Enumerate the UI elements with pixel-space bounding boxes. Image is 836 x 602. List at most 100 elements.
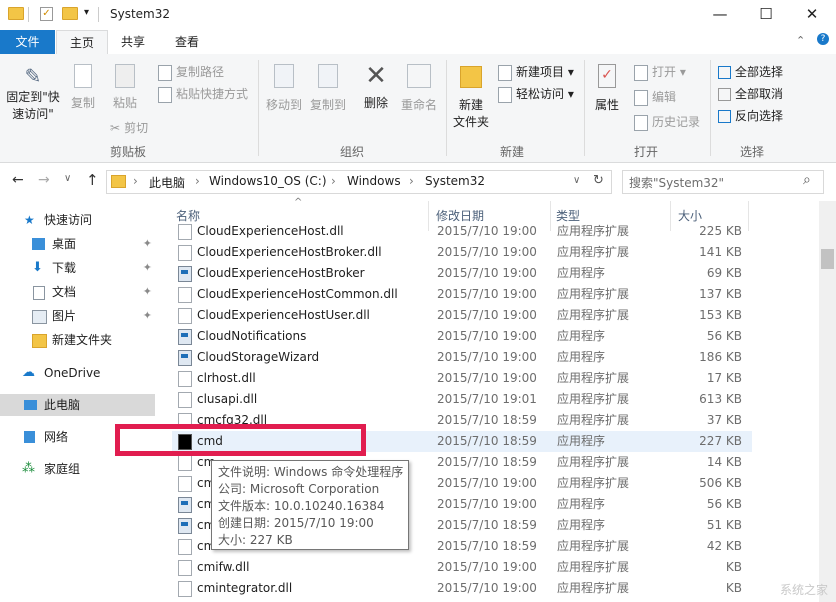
nav-documents[interactable]: 文档 ✦ (0, 281, 160, 303)
table-row[interactable]: cmifw.dll 2015/7/10 19:00 应用程序扩展 KB (172, 557, 752, 578)
scrollbar-thumb[interactable] (821, 249, 834, 269)
nav-homegroup-label: 家庭组 (44, 462, 81, 476)
tooltip-company: 公司: Microsoft Corporation (218, 482, 380, 496)
file-size: KB (725, 581, 742, 595)
file-type: 应用程序 (557, 518, 606, 532)
nav-desktop[interactable]: 桌面 ✦ (0, 233, 160, 255)
nav-onedrive[interactable]: ☁ OneDrive (0, 362, 160, 384)
tab-share[interactable]: 共享 (110, 30, 156, 54)
tab-file[interactable]: 文件 (0, 30, 55, 54)
recent-locations-button[interactable]: ∨ (64, 173, 71, 184)
search-input[interactable]: 搜索"System32" ⌕ (622, 170, 824, 194)
file-type: 应用程序 (557, 266, 606, 280)
nav-pictures[interactable]: 图片 ✦ (0, 305, 160, 327)
file-date: 2015/7/10 18:59 (437, 518, 537, 532)
file-date: 2015/7/10 19:00 (437, 266, 537, 280)
table-row[interactable]: CloudStorageWizard 2015/7/10 19:00 应用程序 186… (172, 347, 752, 368)
table-row[interactable]: clrhost.dll 2015/7/10 19:00 应用程序扩展 17 KB (172, 368, 752, 389)
tab-view[interactable]: 查看 (162, 30, 212, 54)
nav-this-pc-label: 此电脑 (44, 398, 81, 412)
file-date: 2015/7/10 19:00 (437, 308, 537, 322)
invert-selection-button[interactable]: 反向选择 (718, 107, 783, 124)
copy-to-button[interactable]: 复制到 (306, 60, 350, 113)
navigation-pane: ★ 快速访问 桌面 ✦ ⬇ 下载 ✦ 文档 ✦ 图片 ✦ 新建文件夹 ☁ One… (0, 201, 162, 602)
new-folder-quick-icon[interactable] (62, 7, 78, 22)
tab-home[interactable]: 主页 (56, 30, 108, 55)
refresh-button[interactable]: ↻ (593, 173, 604, 188)
file-date: 2015/7/10 19:00 (437, 581, 537, 595)
history-label: 历史记录 (652, 115, 701, 129)
file-size: 153 KB (699, 308, 742, 322)
minimize-button[interactable]: — (697, 0, 743, 28)
address-box[interactable]: › 此电脑 › Windows10_OS (C:) › Windows › Sy… (106, 170, 612, 194)
new-folder-button[interactable]: 新建 文件夹 (450, 60, 492, 130)
nav-downloads[interactable]: ⬇ 下载 ✦ (0, 257, 160, 279)
watermark: 系统之家 (779, 583, 828, 597)
new-folder-label-line1: 新建 (458, 98, 483, 112)
address-dropdown-button[interactable]: ∨ (573, 175, 580, 186)
table-row[interactable]: CloudExperienceHostBroker 2015/7/10 19:00… (172, 263, 752, 284)
dll-file-icon (178, 455, 192, 471)
nav-new-folder[interactable]: 新建文件夹 (0, 329, 160, 351)
paste-button[interactable]: 粘贴 (106, 60, 144, 111)
pin-label-line1: 固定到"快 (6, 90, 60, 104)
nav-homegroup[interactable]: ⁂ 家庭组 (0, 458, 160, 480)
move-to-button[interactable]: 移动到 (262, 60, 306, 113)
vertical-scrollbar[interactable] (819, 201, 836, 602)
paste-shortcut-icon (158, 86, 172, 103)
copy-button[interactable]: 复制 (64, 60, 102, 111)
table-row[interactable]: CloudExperienceHost.dll 2015/7/10 19:00 应用… (172, 221, 752, 242)
nav-quick-access[interactable]: ★ 快速访问 (0, 209, 160, 231)
nav-this-pc[interactable]: 此电脑 (0, 394, 155, 416)
cut-button[interactable]: ✂ 剪切 (110, 119, 148, 136)
back-button[interactable]: ← (12, 172, 24, 188)
dll-file-icon (178, 224, 192, 240)
properties-button[interactable]: ✓ 属性 (588, 60, 626, 113)
select-none-button[interactable]: 全部取消 (718, 85, 783, 102)
delete-x-icon: ✕ (365, 61, 387, 91)
pin-to-quick-access-button[interactable]: ✎ 固定到"快 速访问" (4, 60, 62, 122)
breadcrumb-separator: › (409, 174, 414, 188)
copy-path-label: 复制路径 (176, 65, 225, 79)
file-type: 应用程序扩展 (557, 455, 630, 469)
table-row[interactable]: CloudNotifications 2015/7/10 19:00 应用程序 56 … (172, 326, 752, 347)
table-row[interactable]: CloudExperienceHostUser.dll 2015/7/10 19:… (172, 305, 752, 326)
new-item-button[interactable]: 新建项目 ▾ (498, 63, 574, 81)
quick-access-dropdown[interactable]: ▾ (84, 7, 98, 22)
table-row[interactable]: CloudExperienceHostCommon.dll 2015/7/10 1… (172, 284, 752, 305)
rename-button[interactable]: 重命名 (398, 60, 440, 113)
nav-onedrive-label: OneDrive (44, 366, 101, 380)
file-name: CloudExperienceHostBroker.dll (197, 245, 382, 259)
breadcrumb-this-pc[interactable]: 此电脑 (149, 174, 185, 191)
table-row[interactable]: CloudExperienceHostBroker.dll 2015/7/10 1… (172, 242, 752, 263)
file-name: CloudExperienceHostUser.dll (197, 308, 370, 322)
select-all-button[interactable]: 全部选择 (718, 63, 783, 80)
file-type: 应用程序扩展 (557, 245, 630, 259)
breadcrumb-drive[interactable]: Windows10_OS (C:) (209, 174, 327, 188)
table-row[interactable]: cmintegrator.dll 2015/7/10 19:00 应用程序扩展 KB (172, 578, 752, 599)
delete-button[interactable]: ✕ 删除 (356, 60, 396, 111)
help-icon[interactable]: ? (817, 33, 829, 45)
table-row[interactable]: clusapi.dll 2015/7/10 19:01 应用程序扩展 613 KB (172, 389, 752, 410)
breadcrumb-windows[interactable]: Windows (347, 174, 401, 188)
properties-quick-icon[interactable]: ✓ (40, 7, 53, 21)
dll-file-icon (178, 392, 192, 408)
copy-label: 复制 (70, 96, 95, 110)
history-button[interactable]: 历史记录 (634, 113, 700, 131)
file-date: 2015/7/10 19:01 (437, 392, 537, 406)
easy-access-button[interactable]: 轻松访问 ▾ (498, 85, 574, 103)
file-size: 51 KB (706, 518, 742, 532)
breadcrumb-system32[interactable]: System32 (425, 174, 485, 188)
computer-icon (24, 400, 37, 410)
open-button[interactable]: 打开 ▾ (634, 63, 686, 81)
up-button[interactable]: ↑ (86, 171, 99, 189)
tooltip-version: 文件版本: 10.0.10240.16384 (218, 499, 385, 513)
edit-button[interactable]: 编辑 (634, 88, 676, 106)
maximize-button[interactable]: ☐ (743, 0, 789, 28)
copy-path-button[interactable]: 复制路径 (158, 63, 224, 81)
paste-shortcut-button[interactable]: 粘贴快捷方式 (158, 85, 248, 103)
ribbon-collapse-icon[interactable]: ⌃ (796, 34, 805, 47)
close-button[interactable]: ✕ (789, 0, 835, 28)
forward-button[interactable]: → (38, 172, 50, 188)
file-name: cmifw.dll (197, 560, 250, 574)
